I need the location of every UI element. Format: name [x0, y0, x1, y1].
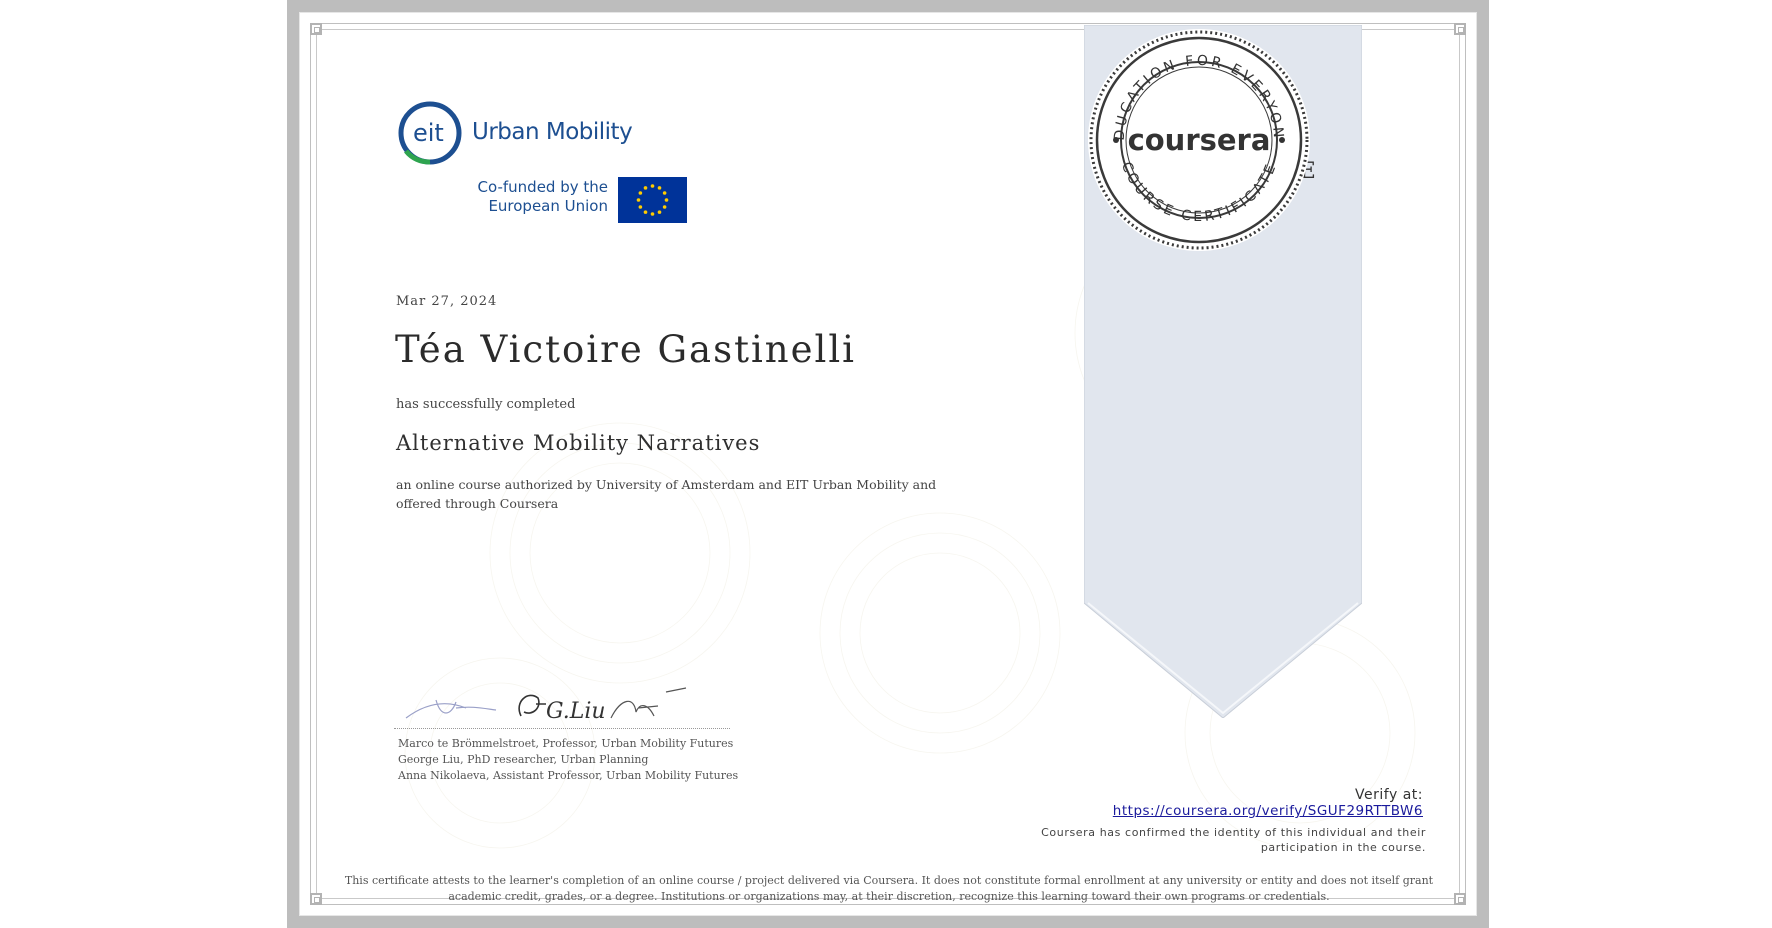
- eu-star-icon: [657, 210, 662, 214]
- signer-3: Anna Nikolaeva, Assistant Professor, Urb…: [398, 769, 739, 782]
- course-description: an online course authorized by Universit…: [396, 477, 937, 511]
- eu-star-icon: [657, 186, 662, 190]
- cofund-line-1: Co-funded by the: [477, 178, 608, 196]
- eu-star-icon: [662, 191, 667, 195]
- verify-note: Coursera has confirmed the identity of t…: [1041, 826, 1426, 854]
- signer-list: Marco te Brömmelstroet, Professor, Urban…: [398, 736, 738, 784]
- coursera-seal: EDUCATION FOR EVERYONE COURSE CERTIFICAT…: [1084, 25, 1310, 251]
- seal-brand: coursera: [1128, 123, 1271, 157]
- eit-brand-name: Urban Mobility: [472, 119, 633, 145]
- verify-label: Verify at:: [1355, 787, 1423, 803]
- eit-badge-text: eit: [413, 119, 444, 147]
- verify-link[interactable]: https://coursera.org/verify/SGUF29RTTBW6: [1113, 803, 1423, 819]
- signature-g-liu: G.Liu: [546, 699, 606, 724]
- certificate-card: eit Urban Mobility Co-funded by the Euro…: [299, 12, 1477, 916]
- eu-star-icon: [650, 184, 655, 188]
- signer-2: George Liu, PhD researcher, Urban Planni…: [398, 753, 649, 766]
- cofund-line-2: European Union: [488, 197, 608, 215]
- certificate-ribbon: COURSE CERTIFICATE EDUCATION FOR EVERYON…: [1084, 25, 1362, 718]
- certificate-sheet: eit Urban Mobility Co-funded by the Euro…: [287, 0, 1489, 928]
- signature-images: G.Liu: [405, 687, 687, 724]
- eu-star-icon: [638, 205, 643, 209]
- eu-star-icon: [643, 210, 648, 214]
- eu-star-icon: [650, 212, 655, 216]
- eu-star-icon: [636, 198, 641, 202]
- eu-star-icon: [664, 198, 669, 202]
- eu-star-icon: [662, 205, 667, 209]
- eu-star-icon: [638, 191, 643, 195]
- signature-divider: [394, 728, 730, 729]
- certificate-disclaimer: This certificate attests to the learner'…: [344, 874, 1434, 903]
- cofunded-text: Co-funded by the European Union: [444, 178, 608, 216]
- completed-text: has successfully completed: [396, 397, 576, 412]
- course-name: Alternative Mobility Narratives: [396, 431, 761, 455]
- eu-star-icon: [643, 186, 648, 190]
- eu-flag-icon: [618, 177, 687, 223]
- issue-date: Mar 27, 2024: [396, 294, 498, 309]
- learner-name: Téa Victoire Gastinelli: [395, 328, 857, 371]
- signer-1: Marco te Brömmelstroet, Professor, Urban…: [398, 737, 734, 750]
